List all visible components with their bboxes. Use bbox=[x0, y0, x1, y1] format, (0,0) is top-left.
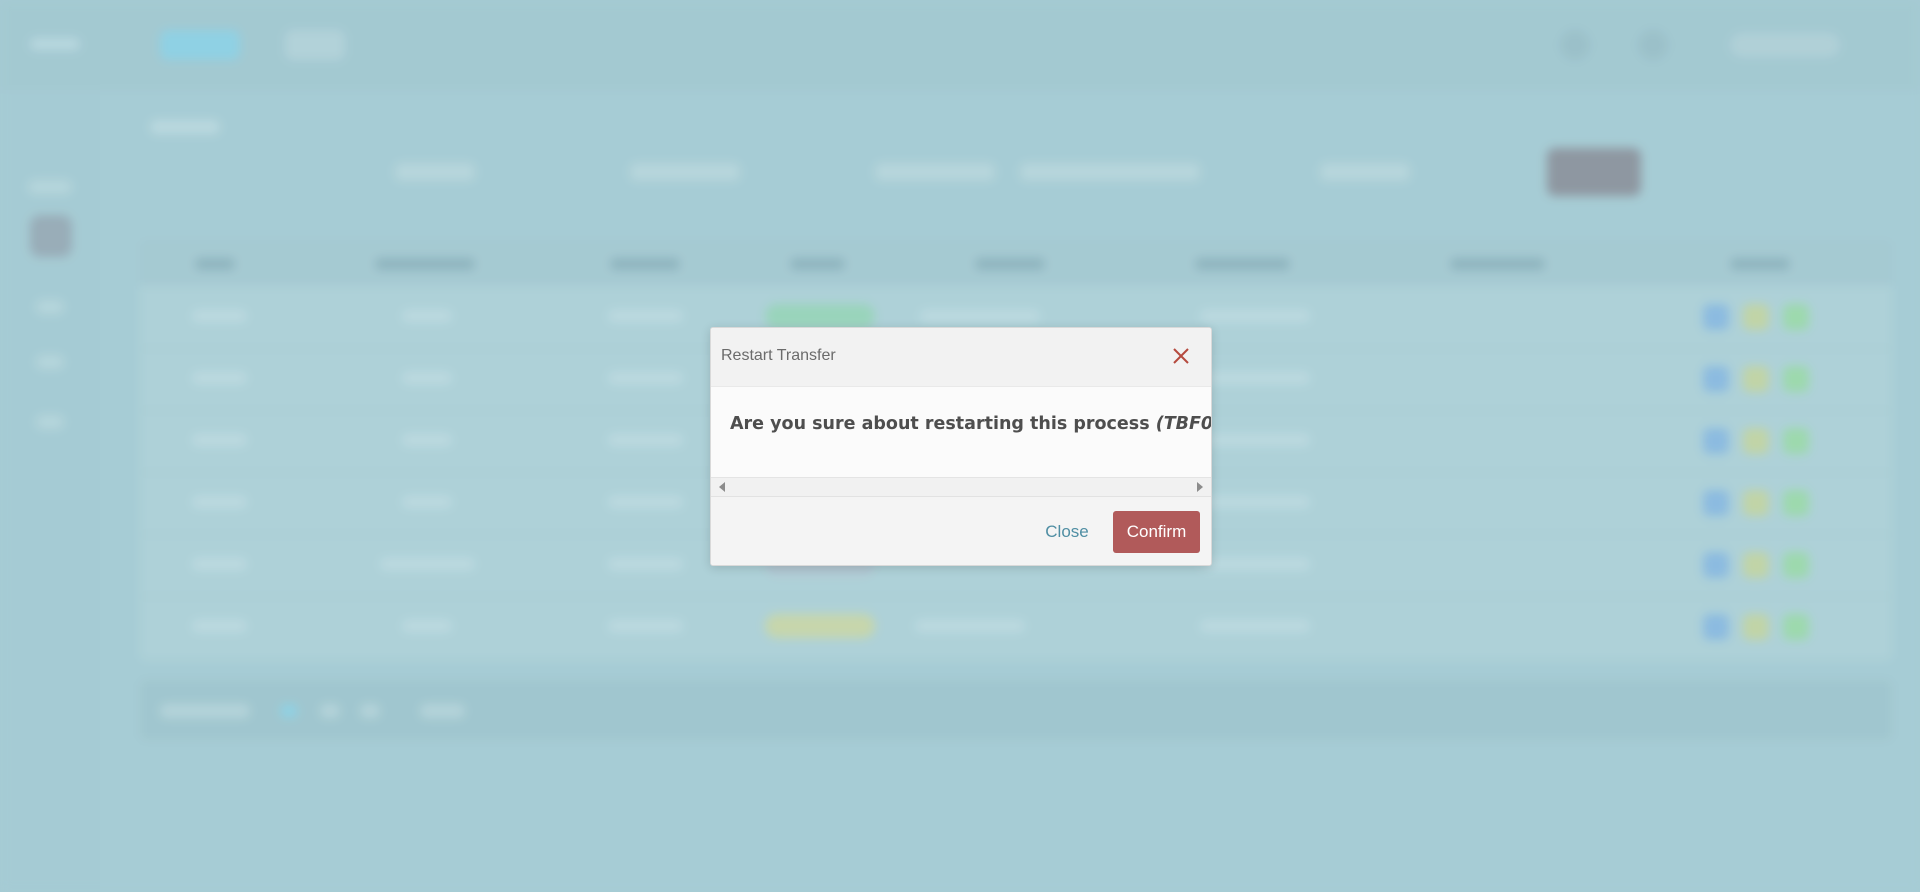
scroll-right-icon[interactable] bbox=[1197, 482, 1203, 492]
confirm-button[interactable]: Confirm bbox=[1113, 511, 1200, 553]
scroll-left-icon[interactable] bbox=[719, 482, 725, 492]
dialog-footer: Close Confirm bbox=[711, 496, 1211, 565]
close-icon[interactable] bbox=[1170, 345, 1192, 367]
horizontal-scrollbar[interactable] bbox=[711, 477, 1211, 496]
process-code: (TBF01AC) bbox=[1155, 414, 1212, 434]
dialog-message-text: Are you sure about restarting this proce… bbox=[730, 414, 1150, 434]
restart-transfer-dialog: Restart Transfer Are you sure about rest… bbox=[710, 327, 1212, 566]
dialog-message: Are you sure about restarting this proce… bbox=[730, 414, 1212, 434]
dialog-header: Restart Transfer bbox=[711, 328, 1211, 387]
close-button[interactable]: Close bbox=[1033, 511, 1101, 553]
dialog-title: Restart Transfer bbox=[721, 347, 836, 364]
